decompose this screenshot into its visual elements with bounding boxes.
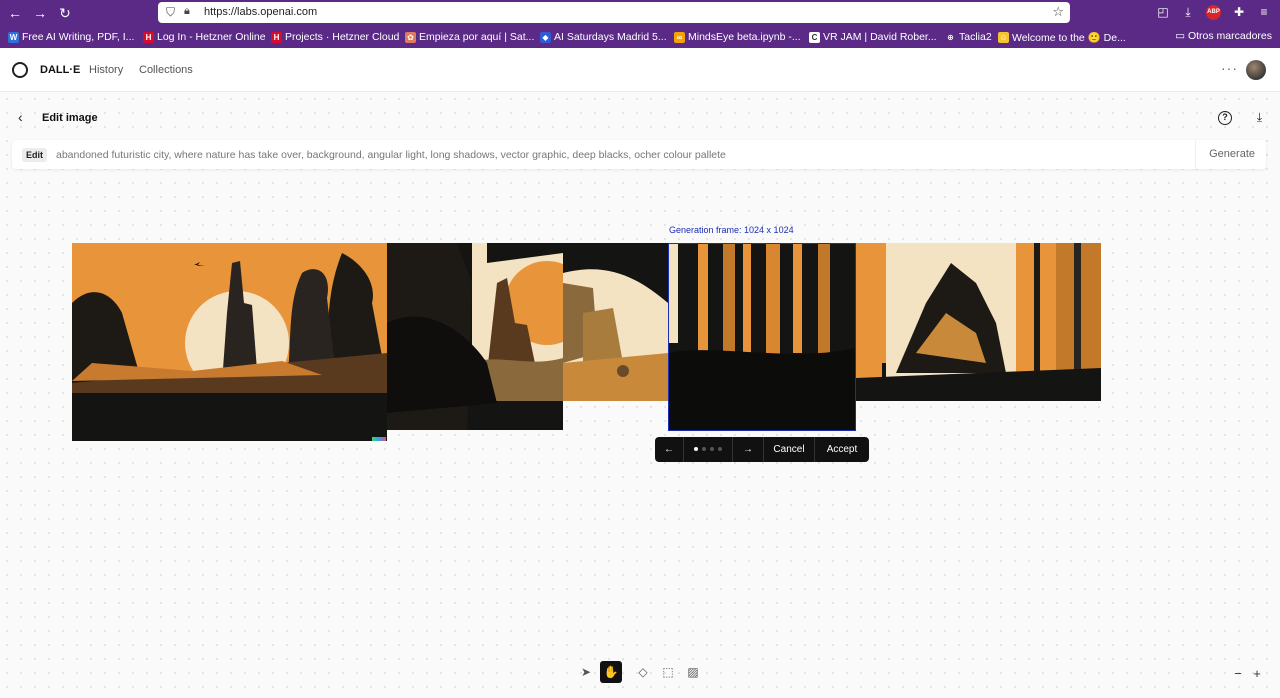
url-text[interactable]: https://labs.openai.com [204,6,317,18]
variant-navigator: ← → Cancel Accept [655,437,869,462]
nav-history[interactable]: History [89,64,123,76]
bookmark-item[interactable]: H Projects · Hetzner Cloud [271,30,399,44]
prev-variant-arrow-icon[interactable]: ← [655,437,683,462]
download-image-icon[interactable]: ⤓ [1257,110,1262,125]
adblock-icon[interactable]: ABP [1206,5,1221,20]
image-tile-2[interactable] [387,243,563,430]
canvas-toolbar: ➤ ✋ ◇ ⬚ ▨ [575,661,707,685]
browser-nav-row: ← → ↻ ⛉ 🔒︎ https://labs.openai.com ☆ ◰ ⤓… [0,0,1280,25]
bookmark-item[interactable]: ☺ Welcome to the 🙂 De... [998,30,1126,44]
more-options-icon[interactable]: ··· [1221,60,1238,76]
bookmark-item[interactable]: W Free AI Writing, PDF, I... [8,30,134,44]
accept-button[interactable]: Accept [815,437,869,462]
bookmark-favicon-icon: H [143,31,154,43]
eraser-icon[interactable]: ◇ [632,661,654,683]
bookmark-label: MindsEye beta.ipynb -... [688,31,801,43]
bookmark-label: Empieza por aquí | Sat... [419,31,535,43]
cancel-button[interactable]: Cancel [764,437,814,462]
openai-logo-icon[interactable] [12,62,28,78]
forward-arrow-icon[interactable]: → [31,4,49,22]
color-swatch [372,437,386,441]
nav-collections[interactable]: Collections [139,64,193,76]
bookmark-item[interactable]: ✿ Empieza por aquí | Sat... [405,30,534,44]
bookmark-favicon-icon: H [271,31,282,43]
generation-frame[interactable] [668,243,856,431]
generation-frame-label: Generation frame: 1024 x 1024 [669,225,794,235]
brand-link[interactable]: DALL·E [40,64,80,76]
bookmark-label: Taclia2 [959,31,992,43]
divider [1195,140,1196,169]
bookmark-label: Free AI Writing, PDF, I... [22,31,135,43]
avatar[interactable] [1246,60,1266,80]
bookmark-item[interactable]: ◆ AI Saturdays Madrid 5... [540,30,667,44]
url-bar[interactable]: ⛉ 🔒︎ https://labs.openai.com ☆ [158,2,1070,23]
bookmark-label: VR JAM | David Rober... [823,31,937,43]
variant-dot[interactable] [718,447,722,452]
add-frame-icon[interactable]: ⬚ [657,661,679,683]
bookmark-favicon-icon: ⊕ [945,31,956,43]
bookmark-favicon-icon: ☺ [998,31,1009,43]
zoom-out-button[interactable]: − [1230,666,1246,682]
folder-icon: ▭ [1175,30,1188,42]
variant-dot[interactable] [694,447,698,452]
bookmark-label: Log In - Hetzner Online [157,31,266,43]
bookmark-favicon-icon: ∞ [674,31,685,43]
lock-icon[interactable]: 🔒︎ [184,5,190,18]
edit-tag: Edit [22,148,47,162]
pocket-icon[interactable]: ◰ [1155,4,1171,20]
bookmark-label: Welcome to the 🙂 De... [1012,31,1126,44]
page-title: Edit image [42,112,98,124]
zoom-in-button[interactable]: + [1249,666,1265,682]
bookmark-item[interactable]: ∞ MindsEye beta.ipynb -... [674,30,801,44]
other-bookmarks-label: Otros marcadores [1187,30,1272,42]
generate-button[interactable]: Generate [1209,148,1255,160]
variant-dots [684,437,732,462]
prompt-bar: Edit Generate [12,140,1266,169]
extensions-icon[interactable]: ✚ [1231,4,1247,20]
next-variant-arrow-icon[interactable]: → [733,437,763,462]
hand-icon[interactable]: ✋ [600,661,622,683]
image-tile-1[interactable] [72,243,387,441]
bookmark-label: Projects · Hetzner Cloud [285,31,400,43]
upload-image-icon[interactable]: ▨ [682,661,704,683]
bookmark-favicon-icon: C [809,31,820,43]
bookmarks-bar: W Free AI Writing, PDF, I... H Log In - Het… [0,26,1280,48]
menu-icon[interactable]: ≡ [1256,4,1272,20]
variant-dot[interactable] [702,447,706,452]
reload-icon[interactable]: ↻ [56,4,74,22]
variant-dot[interactable] [710,447,714,452]
help-icon[interactable]: ? [1218,111,1232,125]
shield-icon[interactable]: ⛉ [166,5,175,20]
download-icon[interactable]: ⤓ [1180,4,1196,20]
prompt-input[interactable] [56,146,1186,163]
bookmark-star-icon[interactable]: ☆ [1052,4,1064,20]
bookmark-favicon-icon: ✿ [405,31,416,43]
image-tile-5[interactable] [856,243,1101,401]
other-bookmarks-folder[interactable]: ▭ Otros marcadores [1175,30,1272,42]
bookmark-label: AI Saturdays Madrid 5... [554,31,667,43]
back-chevron-icon[interactable]: ‹ [18,109,23,125]
bookmark-item[interactable]: H Log In - Hetzner Online [143,30,266,44]
bookmark-item[interactable]: C VR JAM | David Rober... [809,30,937,44]
bookmark-favicon-icon: ◆ [540,31,551,43]
app-header: DALL·E History Collections ··· [0,48,1280,92]
back-arrow-icon[interactable]: ← [6,4,24,22]
bookmark-favicon-icon: W [8,31,19,43]
bookmark-item[interactable]: ⊕ Taclia2 [945,30,992,44]
image-tile-3[interactable] [563,243,668,401]
edit-header: ‹ Edit image ? ⤓ [0,102,1280,134]
select-icon[interactable]: ➤ [575,661,597,683]
